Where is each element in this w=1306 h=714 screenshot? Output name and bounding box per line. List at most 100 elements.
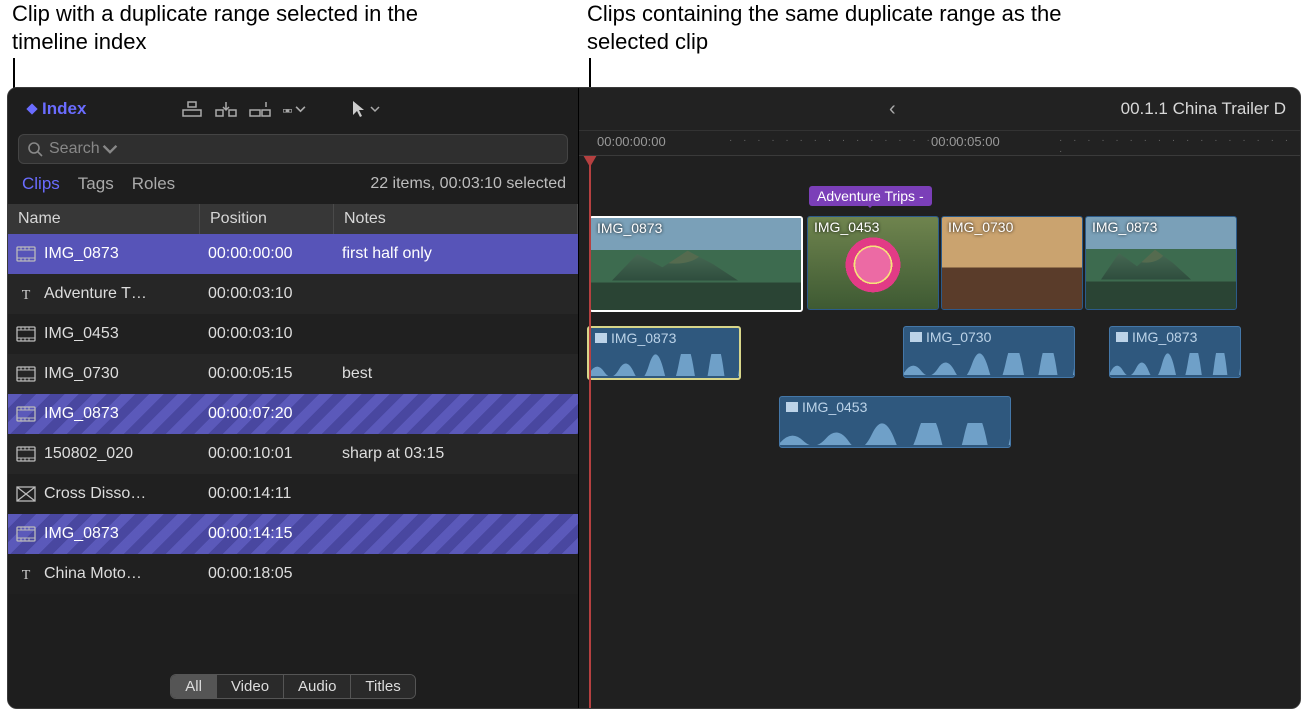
clip-name: IMG_0873 — [44, 405, 119, 423]
tab-tags[interactable]: Tags — [78, 174, 114, 194]
clip-label: IMG_0873 — [1092, 219, 1157, 235]
clip-label: IMG_0873 — [595, 330, 676, 346]
filter-audio[interactable]: Audio — [284, 675, 351, 698]
clip-name: IMG_0873 — [44, 245, 119, 263]
search-icon — [27, 141, 43, 157]
cell-notes — [334, 394, 578, 434]
connected-clip[interactable]: IMG_0873 — [1109, 326, 1241, 378]
cell-notes: best — [334, 354, 578, 394]
filter-all[interactable]: All — [171, 675, 217, 698]
cell-name: 150802_020 — [8, 434, 200, 474]
filmstrip-icon — [786, 402, 798, 412]
cell-position: 00:00:00:00 — [200, 234, 334, 274]
table-row[interactable]: IMG_087300:00:00:00first half only — [8, 234, 578, 274]
audio-waveform — [904, 353, 1074, 375]
playhead[interactable] — [589, 156, 591, 708]
column-name[interactable]: Name — [8, 204, 200, 234]
cell-position: 00:00:07:20 — [200, 394, 334, 434]
svg-text:T: T — [22, 288, 31, 302]
time-ruler[interactable]: 00:00:00:00 · · · · · · · · · · · · · · … — [579, 131, 1300, 156]
filter-titles[interactable]: Titles — [351, 675, 414, 698]
clip-name: Adventure T… — [44, 285, 147, 303]
column-position[interactable]: Position — [200, 204, 334, 234]
filmstrip-icon — [1116, 332, 1128, 342]
marker[interactable]: Adventure Trips - — [809, 186, 932, 206]
filter-segmented: All Video Audio Titles — [170, 674, 415, 699]
cell-name: IMG_0873 — [8, 514, 200, 554]
app-window: Index — [7, 87, 1301, 709]
index-button[interactable]: Index — [18, 95, 96, 123]
project-title: 00.1.1 China Trailer D — [1121, 99, 1286, 119]
table-row[interactable]: IMG_0873 00:00:07:20 — [8, 394, 578, 434]
table-row[interactable]: IMG_073000:00:05:15best — [8, 354, 578, 394]
clip-name: IMG_0453 — [44, 325, 119, 343]
connected-clip-lane-1: IMG_0873 IMG_0730 IMG_0873 — [579, 326, 1300, 378]
title-icon: T — [16, 566, 36, 582]
video-clip[interactable]: IMG_0873 — [589, 216, 803, 312]
cell-name: IMG_0873 — [8, 234, 200, 274]
clip-label: IMG_0453 — [786, 399, 867, 415]
clip-name: Cross Disso… — [44, 485, 146, 503]
chevron-down-icon — [295, 99, 306, 119]
ruler-tick: 00:00:05:00 — [931, 134, 1000, 149]
cell-notes — [334, 474, 578, 514]
cell-position: 00:00:10:01 — [200, 434, 334, 474]
clip-name: 150802_020 — [44, 445, 133, 463]
cell-position: 00:00:03:10 — [200, 274, 334, 314]
timeline-panel: ‹ 00.1.1 China Trailer D 00:00:00:00 · ·… — [579, 88, 1300, 708]
tab-roles[interactable]: Roles — [132, 174, 175, 194]
back-button[interactable]: ‹ — [889, 98, 896, 121]
filmstrip-icon — [910, 332, 922, 342]
cell-notes — [334, 314, 578, 354]
cell-name: IMG_0730 — [8, 354, 200, 394]
video-clip[interactable]: IMG_0730 — [941, 216, 1083, 310]
table-row[interactable]: Cross Disso…00:00:14:11 — [8, 474, 578, 514]
cell-notes: sharp at 03:15 — [334, 434, 578, 474]
audio-waveform — [589, 354, 739, 376]
table-row[interactable]: IMG_0873 00:00:14:15 — [8, 514, 578, 554]
table-body: IMG_087300:00:00:00first half onlyTAdven… — [8, 234, 578, 666]
table-row[interactable]: 150802_020 00:00:10:01sharp at 03:15 — [8, 434, 578, 474]
tool-selector[interactable] — [350, 99, 380, 119]
table-row[interactable]: TChina Moto…00:00:18:05 — [8, 554, 578, 594]
cell-name: Cross Disso… — [8, 474, 200, 514]
pointer-icon — [350, 99, 368, 119]
cell-notes — [334, 554, 578, 594]
append-clip-icon[interactable] — [248, 99, 272, 119]
video-clip[interactable]: IMG_0873 — [1085, 216, 1237, 310]
cell-name: IMG_0873 — [8, 394, 200, 434]
cell-position: 00:00:05:15 — [200, 354, 334, 394]
audio-waveform — [1110, 353, 1240, 375]
cell-name: IMG_0453 — [8, 314, 200, 354]
index-toolbar: Index — [8, 88, 578, 130]
clip-label: IMG_0730 — [910, 329, 991, 345]
search-input[interactable]: Search — [18, 134, 568, 164]
insert-clip-icon[interactable] — [214, 99, 238, 119]
column-notes[interactable]: Notes — [334, 204, 578, 234]
tab-clips[interactable]: Clips — [22, 174, 60, 194]
filter-video[interactable]: Video — [217, 675, 284, 698]
clip-name: IMG_0873 — [44, 525, 119, 543]
filmstrip-icon — [16, 246, 36, 262]
cell-position: 00:00:14:15 — [200, 514, 334, 554]
table-header: Name Position Notes — [8, 204, 578, 234]
connect-clip-icon[interactable] — [180, 99, 204, 119]
callout-right: Clips containing the same duplicate rang… — [587, 0, 1087, 56]
connected-clip[interactable]: IMG_0873 — [587, 326, 741, 380]
table-row[interactable]: IMG_045300:00:03:10 — [8, 314, 578, 354]
overwrite-clip-icon[interactable] — [282, 99, 306, 119]
video-clip[interactable]: IMG_0453 — [807, 216, 939, 310]
filmstrip-icon — [16, 326, 36, 342]
diamond-icon — [26, 103, 37, 114]
cell-notes — [334, 514, 578, 554]
connected-clip-lane-2: IMG_0453 — [579, 396, 1300, 448]
audio-waveform — [780, 423, 1010, 445]
filmstrip-icon — [16, 446, 36, 462]
timeline-tracks[interactable]: Adventure Trips - IMG_0873IMG_0453IMG_07… — [579, 156, 1300, 708]
cell-position: 00:00:18:05 — [200, 554, 334, 594]
cell-name: T Adventure T… — [8, 274, 200, 314]
filmstrip-icon — [16, 406, 36, 422]
connected-clip[interactable]: IMG_0730 — [903, 326, 1075, 378]
table-row[interactable]: T Adventure T… 00:00:03:10 — [8, 274, 578, 314]
connected-clip[interactable]: IMG_0453 — [779, 396, 1011, 448]
